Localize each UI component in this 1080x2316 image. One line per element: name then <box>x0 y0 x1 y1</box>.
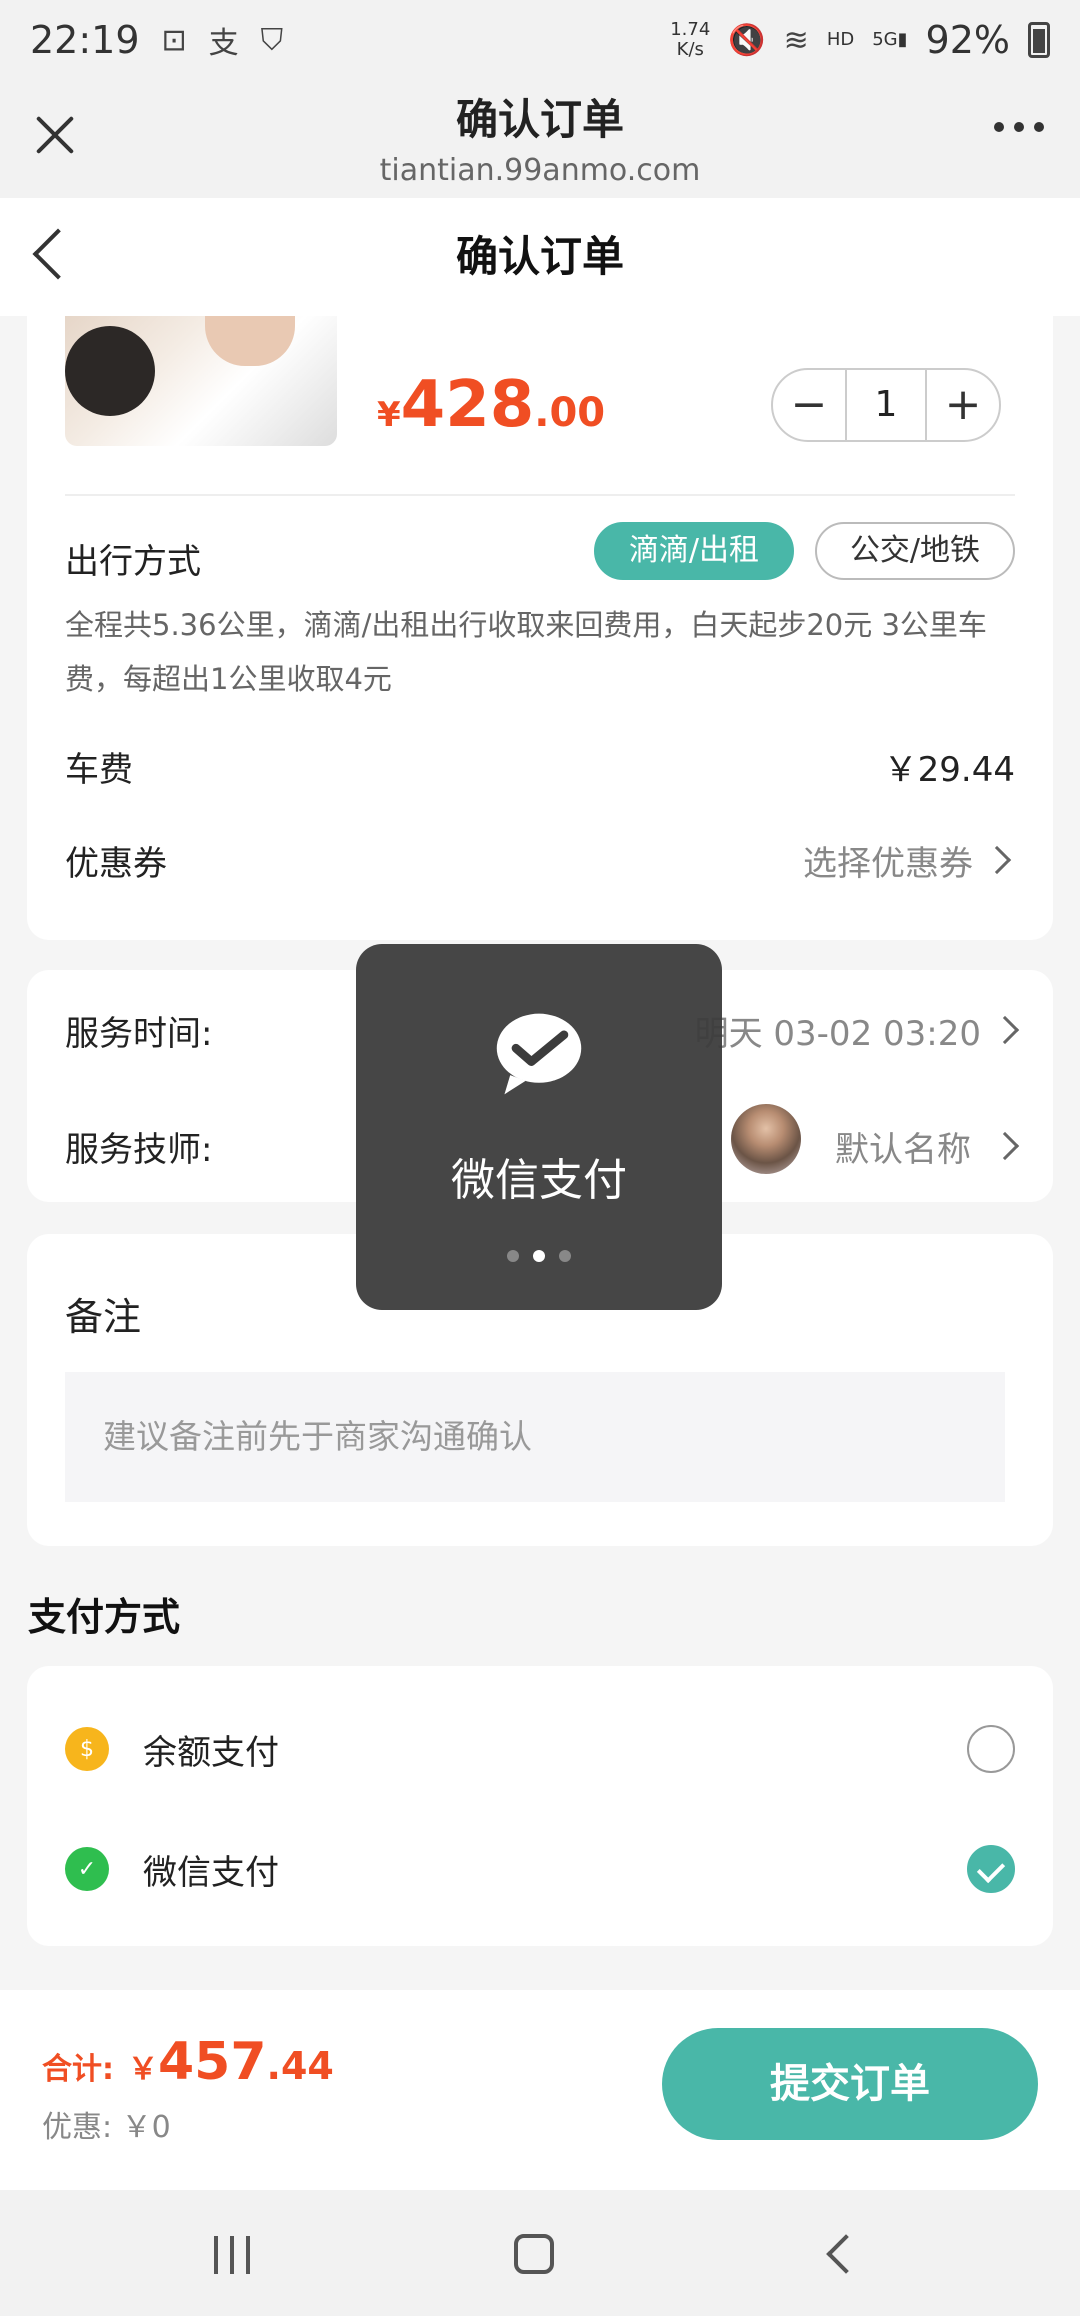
chevron-right-icon <box>982 845 1012 875</box>
fare-value: ￥29.44 <box>883 750 1015 790</box>
system-nav-bar <box>0 2190 1080 2316</box>
wechat-pay-icon <box>496 1013 582 1095</box>
travel-option-taxi[interactable]: 滴滴/出租 <box>594 522 794 580</box>
browser-bar: 确认订单 tiantian.99anmo.com <box>0 80 1080 198</box>
screenshot-icon: ⊡ <box>161 22 187 58</box>
bottom-bar: 合计: ￥457.44 优惠: ￥0 提交订单 <box>0 1990 1080 2190</box>
back-icon[interactable] <box>826 2234 866 2274</box>
travel-label: 出行方式 <box>65 542 201 582</box>
page-title: 确认订单 <box>455 232 624 281</box>
service-time-value[interactable]: 明天 03-02 03:20 <box>695 1006 981 1055</box>
travel-description: 全程共5.36公里，滴滴/出租出行收取来回费用，白天起步20元 3公里车费，每超… <box>65 608 987 696</box>
home-icon[interactable] <box>514 2234 554 2274</box>
quantity-stepper: − 1 + <box>771 368 1001 442</box>
battery-icon <box>1028 22 1050 58</box>
radio-unchecked[interactable] <box>967 1725 1015 1773</box>
wechat-icon: ✓ <box>65 1847 109 1891</box>
recent-apps-icon[interactable] <box>214 2236 250 2274</box>
status-bar: 22:19 ⊡ 支 ⛉ 1.74 K/s 🔇 ≋ HD 5G▮ 92% <box>0 0 1080 80</box>
chevron-right-icon <box>990 1131 1020 1161</box>
payment-label: 余额支付 <box>143 1732 279 1773</box>
5g-signal-icon: 5G▮ <box>872 29 908 50</box>
wechat-pay-toast: 微信支付 <box>356 944 722 1310</box>
page-header: 确认订单 <box>0 198 1080 316</box>
loading-dots <box>356 1250 722 1262</box>
fare-label: 车费 <box>65 750 133 790</box>
payment-option-balance[interactable]: $ 余额支付 <box>65 1714 1015 1784</box>
product-image <box>65 316 337 446</box>
wifi-icon: ≋ <box>783 22 809 58</box>
plus-button[interactable]: + <box>927 370 999 440</box>
payment-label: 微信支付 <box>143 1852 279 1893</box>
product-price: ¥428.00 <box>377 368 606 442</box>
payment-title: 支付方式 <box>28 1595 181 1639</box>
payment-card: $ 余额支付 ✓ 微信支付 <box>27 1666 1053 1946</box>
coupon-select[interactable]: 选择优惠券 <box>803 836 973 885</box>
toast-text: 微信支付 <box>451 1155 627 1206</box>
alipay-icon: 支 <box>208 26 239 61</box>
close-icon[interactable] <box>30 110 80 160</box>
hd-icon: HD <box>826 29 855 50</box>
coupon-label: 优惠券 <box>65 844 167 884</box>
coin-icon: $ <box>65 1727 109 1771</box>
travel-option-bus[interactable]: 公交/地铁 <box>815 522 1015 580</box>
battery-level: 92% <box>925 18 1010 62</box>
remark-title: 备注 <box>65 1295 142 1339</box>
net-speed: 1.74 K/s <box>670 19 711 60</box>
service-time-label: 服务时间: <box>65 1014 213 1054</box>
quantity-value[interactable]: 1 <box>845 370 927 440</box>
back-arrow-icon[interactable] <box>32 228 84 280</box>
order-card: ¥428.00 − 1 + 出行方式 滴滴/出租 公交/地铁 全程共5.36公里… <box>27 316 1053 940</box>
submit-order-button[interactable]: 提交订单 <box>662 2028 1038 2140</box>
mute-icon: 🔇 <box>728 22 766 58</box>
payment-option-wechat[interactable]: ✓ 微信支付 <box>65 1834 1015 1904</box>
status-time: 22:19 <box>30 18 140 62</box>
technician-avatar <box>731 1104 801 1174</box>
radio-checked[interactable] <box>967 1845 1015 1893</box>
remark-input[interactable]: 建议备注前先于商家沟通确认 <box>65 1372 1005 1502</box>
chevron-right-icon <box>990 1015 1020 1045</box>
divider <box>65 494 1015 496</box>
service-tech-value[interactable]: 默认名称 <box>835 1122 971 1171</box>
more-icon[interactable] <box>994 122 1044 132</box>
discount-text: 优惠: ￥0 <box>42 2110 171 2145</box>
shield-icon: ⛉ <box>260 22 284 58</box>
browser-url: tiantian.99anmo.com <box>379 153 701 188</box>
minus-button[interactable]: − <box>773 370 845 440</box>
service-tech-label: 服务技师: <box>65 1130 213 1170</box>
total-price: 合计: ￥457.44 <box>42 2032 334 2092</box>
browser-title: 确认订单 <box>455 95 624 144</box>
